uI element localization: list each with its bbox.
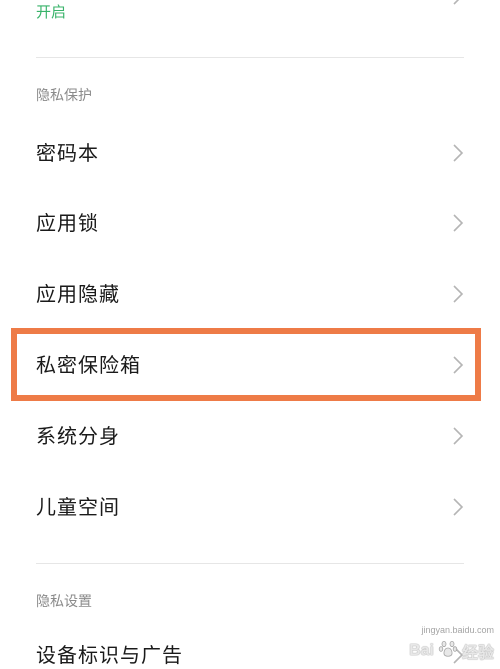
list-item-app-lock[interactable]: 应用锁 (0, 188, 500, 258)
list-item-label: 设备标识与广告 (36, 643, 183, 667)
section-divider (36, 57, 464, 58)
list-item-label: 应用隐藏 (36, 282, 120, 306)
list-item-label: 密码本 (36, 141, 99, 165)
chevron-right-icon (452, 355, 464, 375)
paw-icon (438, 639, 458, 663)
list-item-label: 系统分身 (36, 424, 120, 448)
privacy-settings-screen: 开启 隐私保护 密码本 应用锁 应用隐藏 私密保险箱 系统分身 儿童空间 隐私设… (0, 0, 500, 669)
section-header-privacy-protection: 隐私保护 (36, 88, 92, 104)
list-item-label: 应用锁 (36, 211, 99, 235)
section-header-privacy-settings: 隐私设置 (36, 594, 92, 610)
watermark: jingyan.baidu.com Bai 经验 (409, 625, 494, 663)
list-item-app-hide[interactable]: 应用隐藏 (0, 259, 500, 329)
chevron-right-icon (452, 213, 464, 233)
chevron-right-icon (452, 497, 464, 517)
list-item-label: 私密保险箱 (36, 353, 141, 377)
list-item-kids-space[interactable]: 儿童空间 (0, 472, 500, 542)
section-divider (36, 563, 464, 564)
list-item-system-clone[interactable]: 系统分身 (0, 401, 500, 471)
chevron-right-icon (452, 0, 464, 6)
list-item-label: 儿童空间 (36, 495, 120, 519)
chevron-right-icon (452, 143, 464, 163)
watermark-cn: 经验 (461, 643, 494, 662)
watermark-brand: Bai (409, 642, 434, 659)
list-item-private-safe[interactable]: 私密保险箱 (0, 330, 500, 400)
top-item-status: 开启 (36, 3, 67, 21)
top-cut-item[interactable]: 开启 (0, 0, 500, 56)
watermark-url: jingyan.baidu.com (421, 625, 494, 635)
list-item-password-book[interactable]: 密码本 (0, 118, 500, 188)
chevron-right-icon (452, 426, 464, 446)
chevron-right-icon (452, 284, 464, 304)
